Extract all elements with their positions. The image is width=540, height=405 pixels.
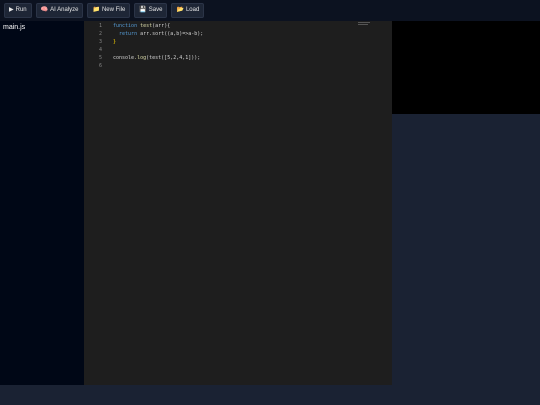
run-button[interactable]: ▶ Run (4, 3, 32, 18)
load-button-label: Load (185, 7, 200, 13)
play-icon: ▶ (9, 7, 14, 13)
ai-analyze-button[interactable]: 🧠 AI Analyze (35, 3, 84, 18)
folder-icon: 📁 (92, 7, 100, 13)
code-token: test (137, 23, 153, 29)
folder-open-icon: 📂 (176, 7, 184, 13)
run-button-label: Run (15, 7, 27, 13)
minimap-line (358, 22, 370, 23)
file-sidebar: main.js (0, 21, 84, 385)
ai-analyze-button-label: AI Analyze (50, 7, 79, 13)
line-number: 6 (98, 63, 102, 69)
status-bar (0, 385, 540, 405)
code-token: return (113, 31, 138, 37)
side-panel (392, 114, 540, 385)
line-number: 4 (98, 47, 102, 53)
editor-minimap[interactable] (358, 22, 370, 26)
code-token: (arr){ (152, 23, 171, 29)
load-button[interactable]: 📂 Load (171, 3, 205, 18)
code-token: arr.sort (137, 31, 165, 37)
code-line: console.log(test([5,2,4,1])); (113, 55, 200, 61)
brain-icon: 🧠 (40, 7, 49, 13)
code-token: function (113, 23, 138, 29)
minimap-line (358, 24, 368, 25)
line-number: 2 (98, 31, 102, 37)
output-preview (392, 21, 540, 114)
code-token: ((a,b)=>a-b); (164, 31, 204, 37)
new-file-button[interactable]: 📁 New File (87, 3, 131, 18)
code-line: return arr.sort((a,b)=>a-b); (113, 31, 203, 37)
new-file-button-label: New File (101, 7, 126, 13)
code-token: } (113, 39, 117, 45)
code-line: } (113, 39, 116, 45)
save-icon: 💾 (139, 7, 147, 13)
code-editor[interactable]: 1 2 3 4 5 6 function test(arr){ return a… (84, 21, 392, 385)
save-button[interactable]: 💾 Save (134, 3, 168, 18)
code-token: console (113, 55, 135, 61)
code-token: (test([5,2,4,1])); (146, 55, 201, 61)
toolbar: ▶ Run 🧠 AI Analyze 📁 New File 💾 Save 📂 L… (0, 0, 540, 21)
file-item-main-js[interactable]: main.js (3, 24, 25, 31)
line-number: 3 (98, 39, 102, 45)
code-token: .log (134, 55, 147, 61)
code-line: function test(arr){ (113, 23, 170, 29)
line-number: 5 (98, 55, 102, 61)
save-button-label: Save (148, 7, 163, 13)
line-number-gutter: 1 2 3 4 5 6 (84, 21, 106, 385)
line-number: 1 (98, 23, 102, 29)
